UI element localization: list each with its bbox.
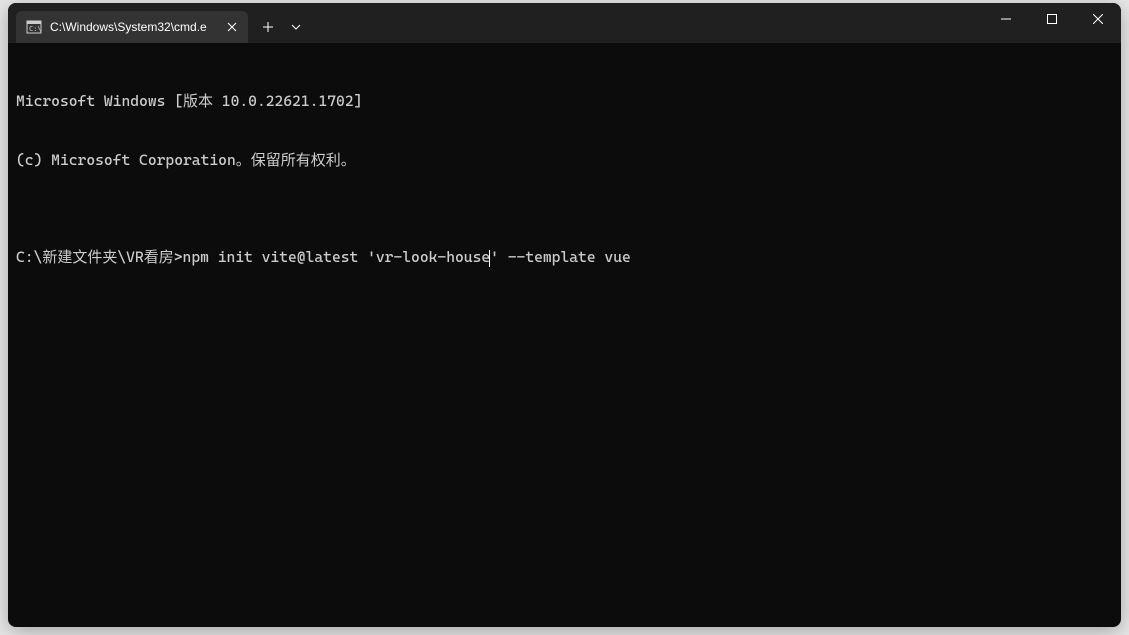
terminal-prompt-line: C:\新建文件夹\VR看房>npm init vite@latest 'vr-l… [16,248,1113,268]
tab-area: C:\ C:\Windows\System32\cmd.e [8,3,308,43]
terminal-output-line: (c) Microsoft Corporation。保留所有权利。 [16,151,1113,171]
tab-title: C:\Windows\System32\cmd.e [50,20,216,34]
command-text: npm init vite@latest 'vr-look-house [183,248,491,266]
terminal-content[interactable]: Microsoft Windows [版本 10.0.22621.1702] (… [8,43,1121,317]
command-text: ' --template vue [490,248,631,266]
svg-text:C:\: C:\ [29,25,42,33]
cmd-icon: C:\ [26,19,42,35]
terminal-output-line: Microsoft Windows [版本 10.0.22621.1702] [16,92,1113,112]
terminal-window: C:\ C:\Windows\System32\cmd.e [8,3,1121,627]
window-controls [983,3,1121,35]
close-tab-icon[interactable] [224,19,240,35]
maximize-button[interactable] [1029,3,1075,35]
prompt-path: C:\新建文件夹\VR看房> [16,248,183,266]
active-tab[interactable]: C:\ C:\Windows\System32\cmd.e [16,11,248,43]
tab-dropdown-button[interactable] [284,11,308,43]
minimize-button[interactable] [983,3,1029,35]
close-window-button[interactable] [1075,3,1121,35]
new-tab-button[interactable] [252,11,284,43]
titlebar[interactable]: C:\ C:\Windows\System32\cmd.e [8,3,1121,43]
